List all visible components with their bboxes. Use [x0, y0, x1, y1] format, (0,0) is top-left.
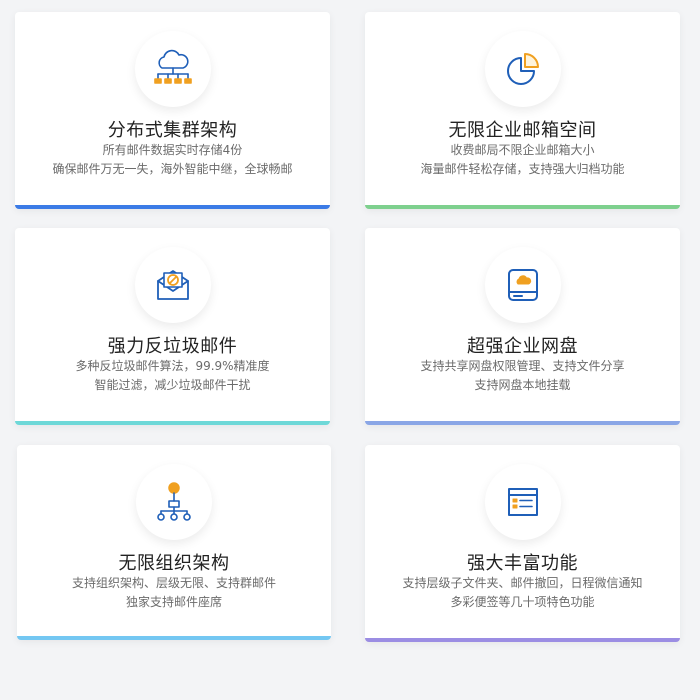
feature-title: 超强企业网盘 — [467, 336, 578, 357]
feature-description-line: 支持组织架构、层级无限、支持群邮件 — [71, 576, 276, 590]
feature-description: 支持层级子文件夹、邮件撤回，日程微信通知 多彩便签等几十项特色功能 — [365, 574, 680, 612]
icon-circle — [136, 464, 212, 540]
feature-card-distributed-cluster: 分布式集群架构 所有邮件数据实时存储4份 确保邮件万无一失，海外智能中继，全球畅… — [15, 12, 330, 209]
feature-description-line: 支持共享网盘权限管理、支持文件分享 — [420, 359, 625, 373]
org-chart-icon — [157, 482, 191, 521]
feature-card-rich-features: 强大丰富功能 支持层级子文件夹、邮件撤回，日程微信通知 多彩便签等几十项特色功能 — [365, 445, 680, 642]
icon-circle — [484, 247, 561, 323]
feature-description-line: 多彩便签等几十项特色功能 — [450, 595, 595, 609]
feature-card-anti-spam: 强力反垃圾邮件 多种反垃圾邮件算法，99.9%精准度 智能过滤，减少垃圾邮件干扰 — [15, 228, 330, 425]
cloud-network-icon — [153, 49, 192, 84]
feature-description-line: 支持层级子文件夹、邮件撤回，日程微信通知 — [402, 576, 643, 590]
feature-title: 无限组织架构 — [118, 553, 230, 574]
pie-chart-icon — [506, 53, 539, 85]
feature-description-line: 收费邮局不限企业邮箱大小 — [450, 143, 595, 157]
cloud-drive-icon — [507, 269, 538, 301]
feature-card-enterprise-drive: 超强企业网盘 支持共享网盘权限管理、支持文件分享 支持网盘本地挂载 — [365, 228, 680, 425]
feature-description: 支持组织架构、层级无限、支持群邮件 独家支持邮件座席 — [17, 574, 331, 612]
feature-card-org-structure: 无限组织架构 支持组织架构、层级无限、支持群邮件 独家支持邮件座席 — [17, 445, 331, 640]
feature-description-line: 多种反垃圾邮件算法，99.9%精准度 — [75, 359, 270, 373]
feature-card-unlimited-space: 无限企业邮箱空间 收费邮局不限企业邮箱大小 海量邮件轻松存储，支持强大归档功能 — [365, 12, 680, 209]
icon-circle — [134, 31, 211, 107]
icon-circle — [134, 247, 211, 323]
feature-description-line: 支持网盘本地挂载 — [474, 378, 571, 392]
feature-description: 所有邮件数据实时存储4份 确保邮件万无一失，海外智能中继，全球畅邮 — [15, 141, 330, 179]
feature-description-line: 智能过滤，减少垃圾邮件干扰 — [94, 378, 251, 392]
feature-description: 多种反垃圾邮件算法，99.9%精准度 智能过滤，减少垃圾邮件干扰 — [15, 357, 330, 395]
icon-circle — [484, 31, 561, 107]
feature-title: 分布式集群架构 — [107, 120, 238, 141]
feature-title: 强力反垃圾邮件 — [107, 336, 238, 357]
icon-circle — [484, 464, 561, 540]
feature-description-line: 海量邮件轻松存储，支持强大归档功能 — [420, 162, 625, 176]
feature-description-line: 所有邮件数据实时存储4份 — [102, 143, 243, 157]
feature-title: 无限企业邮箱空间 — [448, 120, 597, 141]
feature-description-line: 独家支持邮件座席 — [125, 595, 222, 609]
feature-title: 强大丰富功能 — [467, 553, 578, 574]
browser-window-icon — [507, 488, 538, 516]
feature-description: 支持共享网盘权限管理、支持文件分享 支持网盘本地挂载 — [365, 357, 680, 395]
blocked-mail-icon — [156, 270, 189, 300]
feature-description-line: 确保邮件万无一失，海外智能中继，全球畅邮 — [52, 162, 293, 176]
feature-description: 收费邮局不限企业邮箱大小 海量邮件轻松存储，支持强大归档功能 — [365, 141, 680, 179]
